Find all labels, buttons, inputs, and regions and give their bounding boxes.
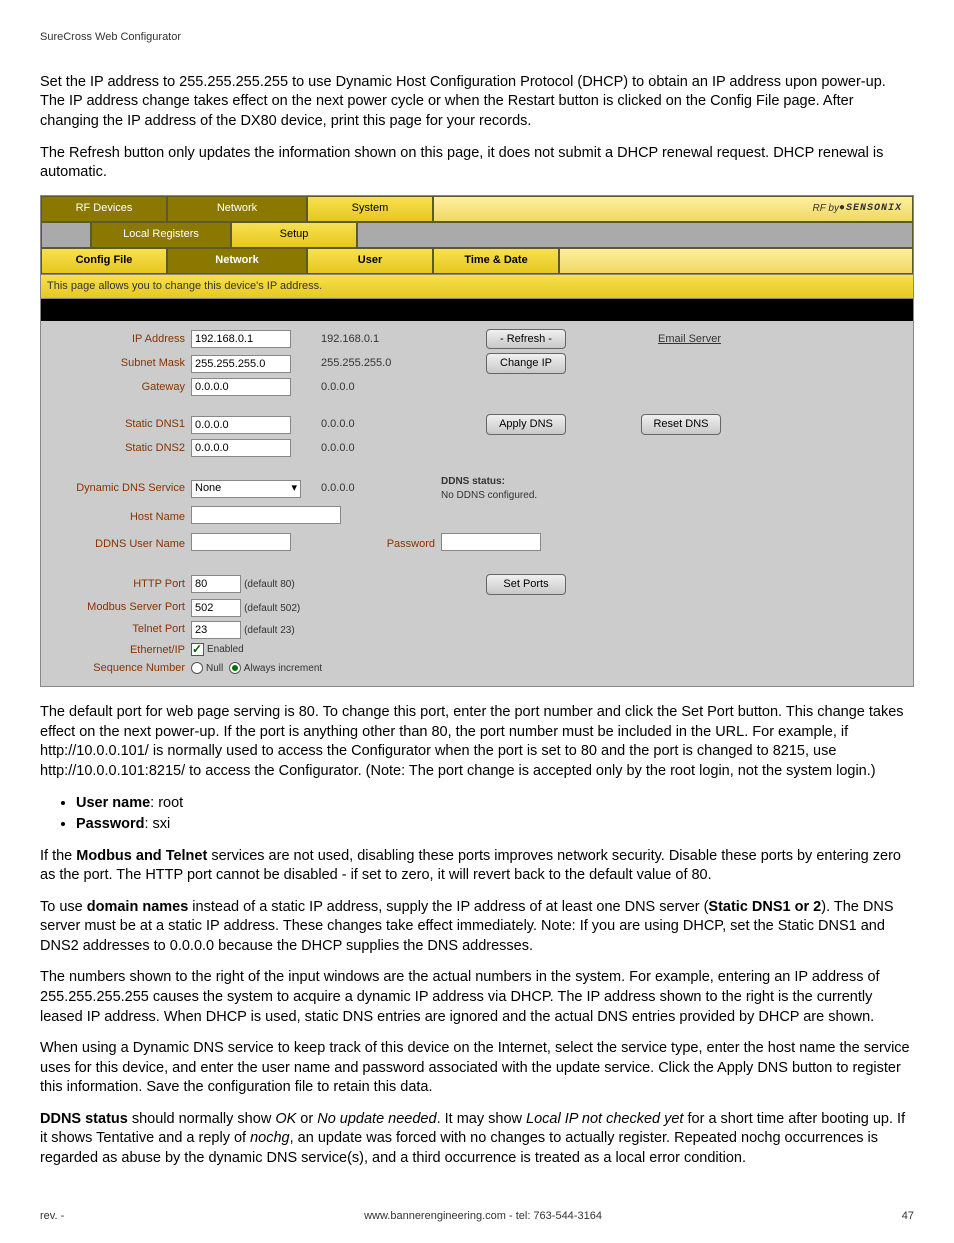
input-subnet[interactable]: 255.255.255.0 [191, 355, 291, 373]
tab-setup[interactable]: Setup [231, 222, 357, 248]
tab-system[interactable]: System [307, 196, 433, 222]
paragraph-ip: Set the IP address to 255.255.255.255 to… [40, 73, 914, 132]
label-ethernet-ip: Ethernet/IP [51, 643, 191, 658]
page-footer: rev. - www.bannerengineering.com - tel: … [40, 1209, 914, 1224]
select-ddns-service[interactable]: None▾ [191, 480, 301, 498]
label-dns1: Static DNS1 [51, 417, 191, 432]
network-form: IP Address 192.168.0.1 192.168.0.1 - Ref… [41, 321, 913, 687]
paragraph-modbus-telnet: If the Modbus and Telnet services are no… [40, 847, 914, 886]
radio-always[interactable] [229, 662, 241, 674]
label-modbus-port: Modbus Server Port [51, 600, 191, 615]
display-ddns: 0.0.0.0 [321, 481, 441, 496]
config-screenshot: RF Devices Network System RF by ●SENSONI… [40, 195, 914, 688]
display-gateway: 0.0.0.0 [321, 380, 441, 395]
tab-user[interactable]: User [307, 248, 433, 274]
input-hostname[interactable] [191, 506, 341, 524]
label-ddns-password: Password [321, 537, 441, 552]
paragraph-default-port: The default port for web page serving is… [40, 703, 914, 781]
tab-spacer [41, 222, 91, 248]
list-item-password: Password: sxi [76, 815, 914, 835]
ddns-status: DDNS status:No DDNS configured. [441, 475, 721, 502]
black-divider [41, 299, 913, 321]
tab-spacer3 [559, 248, 913, 274]
display-ip: 192.168.0.1 [321, 332, 441, 347]
input-telnet-port[interactable]: 23 [191, 621, 241, 639]
label-ddns-service: Dynamic DNS Service [51, 481, 191, 496]
paragraph-ddns-status: DDNS status should normally show OK or N… [40, 1110, 914, 1169]
tab-time-date[interactable]: Time & Date [433, 248, 559, 274]
tab-config-file[interactable]: Config File [41, 248, 167, 274]
label-gateway: Gateway [51, 380, 191, 395]
footer-url: www.bannerengineering.com - tel: 763-544… [364, 1209, 602, 1224]
change-ip-button[interactable]: Change IP [486, 353, 566, 374]
paragraph-numbers: The numbers shown to the right of the in… [40, 968, 914, 1027]
paragraph-dynamic-dns: When using a Dynamic DNS service to keep… [40, 1039, 914, 1098]
input-http-port[interactable]: 80 [191, 575, 241, 593]
tab-rf-devices[interactable]: RF Devices [41, 196, 167, 222]
email-server-link[interactable]: Email Server [611, 332, 721, 347]
set-ports-button[interactable]: Set Ports [486, 574, 566, 595]
display-dns1: 0.0.0.0 [321, 417, 441, 432]
label-http-port: HTTP Port [51, 577, 191, 592]
label-ddns-user: DDNS User Name [51, 537, 191, 552]
display-dns2: 0.0.0.0 [321, 441, 441, 456]
tab-local-registers[interactable]: Local Registers [91, 222, 231, 248]
sequence-options: Null Always increment [191, 662, 611, 676]
radio-null[interactable] [191, 662, 203, 674]
label-telnet-port: Telnet Port [51, 622, 191, 637]
paragraph-domain-names: To use domain names instead of a static … [40, 898, 914, 957]
label-sequence: Sequence Number [51, 661, 191, 676]
apply-dns-button[interactable]: Apply DNS [486, 414, 566, 435]
input-ddns-password[interactable] [441, 533, 541, 551]
input-ddns-user[interactable] [191, 533, 291, 551]
footer-page: 47 [902, 1209, 914, 1224]
tab-network-top[interactable]: Network [167, 196, 307, 222]
brand-label: RF by ●SENSONIX [433, 196, 913, 222]
label-ip: IP Address [51, 332, 191, 347]
page-header-small: SureCross Web Configurator [40, 30, 914, 45]
input-dns2[interactable]: 0.0.0.0 [191, 439, 291, 457]
checkbox-enabled[interactable] [191, 643, 204, 656]
chevron-down-icon: ▾ [291, 481, 297, 496]
input-modbus-port[interactable]: 502 [191, 599, 241, 617]
tab-spacer2 [357, 222, 913, 248]
refresh-button[interactable]: - Refresh - [486, 329, 566, 350]
credentials-list: User name: root Password: sxi [76, 794, 914, 835]
input-dns1[interactable]: 0.0.0.0 [191, 416, 291, 434]
tab-network-sub[interactable]: Network [167, 248, 307, 274]
label-subnet: Subnet Mask [51, 356, 191, 371]
paragraph-refresh: The Refresh button only updates the info… [40, 144, 914, 183]
reset-dns-button[interactable]: Reset DNS [641, 414, 721, 435]
footer-rev: rev. - [40, 1209, 64, 1224]
ethernet-ip-enabled: Enabled [191, 643, 321, 657]
label-dns2: Static DNS2 [51, 441, 191, 456]
display-subnet: 255.255.255.0 [321, 356, 441, 371]
page-description: This page allows you to change this devi… [41, 274, 913, 299]
input-ip[interactable]: 192.168.0.1 [191, 330, 291, 348]
input-gateway[interactable]: 0.0.0.0 [191, 378, 291, 396]
label-hostname: Host Name [51, 510, 191, 525]
list-item-username: User name: root [76, 794, 914, 814]
